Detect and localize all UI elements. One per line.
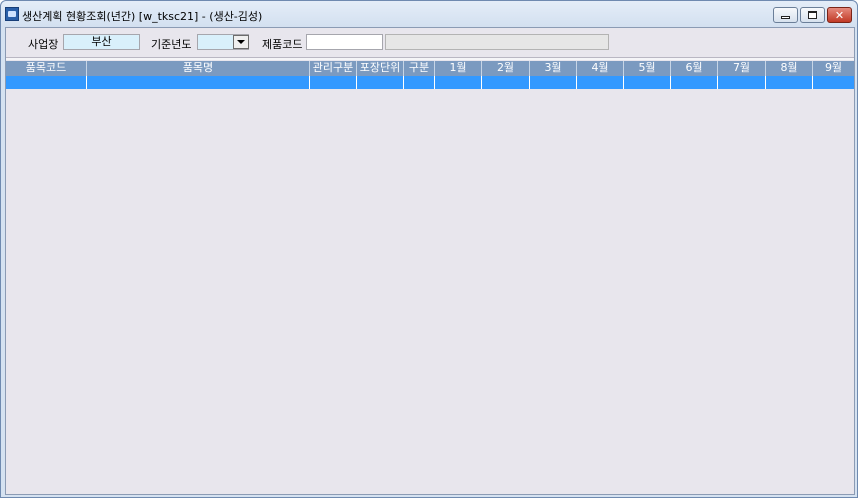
column-header-item-code[interactable]: 품목코드 bbox=[6, 61, 87, 76]
year-dropdown-button[interactable] bbox=[233, 35, 249, 49]
grid-separator bbox=[6, 58, 854, 60]
table-row[interactable] bbox=[6, 76, 854, 89]
app-window: 생산계획 현황조회(년간) [w_tksc21] - (생산-김성) ✕ 사업장… bbox=[0, 0, 858, 498]
site-label: 사업장 bbox=[28, 38, 59, 51]
table-cell[interactable] bbox=[671, 76, 718, 89]
close-icon: ✕ bbox=[834, 8, 845, 22]
column-header-month-2[interactable]: 2월 bbox=[482, 61, 530, 76]
product-name-field bbox=[385, 34, 609, 50]
column-header-pack-unit[interactable]: 포장단위 bbox=[357, 61, 404, 76]
table-cell[interactable] bbox=[435, 76, 482, 89]
table-cell[interactable] bbox=[87, 76, 310, 89]
column-header-month-1[interactable]: 1월 bbox=[435, 61, 482, 76]
column-header-division[interactable]: 구분 bbox=[404, 61, 435, 76]
product-code-label: 제품코드 bbox=[262, 38, 303, 51]
filter-bar: 사업장 부산 기준년도 제품코드 bbox=[6, 28, 854, 58]
product-code-input[interactable] bbox=[306, 34, 383, 50]
table-cell[interactable] bbox=[482, 76, 530, 89]
table-cell[interactable] bbox=[624, 76, 671, 89]
table-cell[interactable] bbox=[766, 76, 813, 89]
app-icon[interactable] bbox=[5, 7, 19, 21]
table-cell[interactable] bbox=[530, 76, 577, 89]
table-cell[interactable] bbox=[404, 76, 435, 89]
column-header-item-name[interactable]: 품목명 bbox=[87, 61, 310, 76]
column-header-month-4[interactable]: 4월 bbox=[577, 61, 624, 76]
year-label: 기준년도 bbox=[151, 38, 192, 51]
title-bar[interactable]: 생산계획 현황조회(년간) [w_tksc21] - (생산-김성) ✕ bbox=[1, 1, 857, 27]
maximize-icon bbox=[808, 11, 817, 19]
column-header-month-6[interactable]: 6월 bbox=[671, 61, 718, 76]
window-title: 생산계획 현황조회(년간) [w_tksc21] - (생산-김성) bbox=[22, 10, 263, 23]
close-button[interactable]: ✕ bbox=[827, 7, 852, 23]
column-header-month-8[interactable]: 8월 bbox=[766, 61, 813, 76]
table-cell[interactable] bbox=[577, 76, 624, 89]
table-cell[interactable] bbox=[718, 76, 766, 89]
column-header-month-9[interactable]: 9월 bbox=[813, 61, 854, 76]
table-cell[interactable] bbox=[310, 76, 357, 89]
grid-header: 품목코드 품목명 관리구분 포장단위 구분 1월 2월 3월 4월 5월 6월 … bbox=[6, 61, 854, 76]
table-cell[interactable] bbox=[813, 76, 854, 89]
table-cell[interactable] bbox=[357, 76, 404, 89]
column-header-mgmt-type[interactable]: 관리구분 bbox=[310, 61, 357, 76]
table-cell[interactable] bbox=[6, 76, 87, 89]
chevron-down-icon bbox=[237, 40, 245, 44]
site-field[interactable]: 부산 bbox=[63, 34, 140, 50]
column-header-month-7[interactable]: 7월 bbox=[718, 61, 766, 76]
column-header-month-3[interactable]: 3월 bbox=[530, 61, 577, 76]
client-area: 사업장 부산 기준년도 제품코드 품목코드 품목명 관리구분 포장단위 구분 1… bbox=[5, 27, 855, 495]
column-header-month-5[interactable]: 5월 bbox=[624, 61, 671, 76]
minimize-icon bbox=[781, 16, 790, 19]
minimize-button[interactable] bbox=[773, 7, 798, 23]
maximize-button[interactable] bbox=[800, 7, 825, 23]
